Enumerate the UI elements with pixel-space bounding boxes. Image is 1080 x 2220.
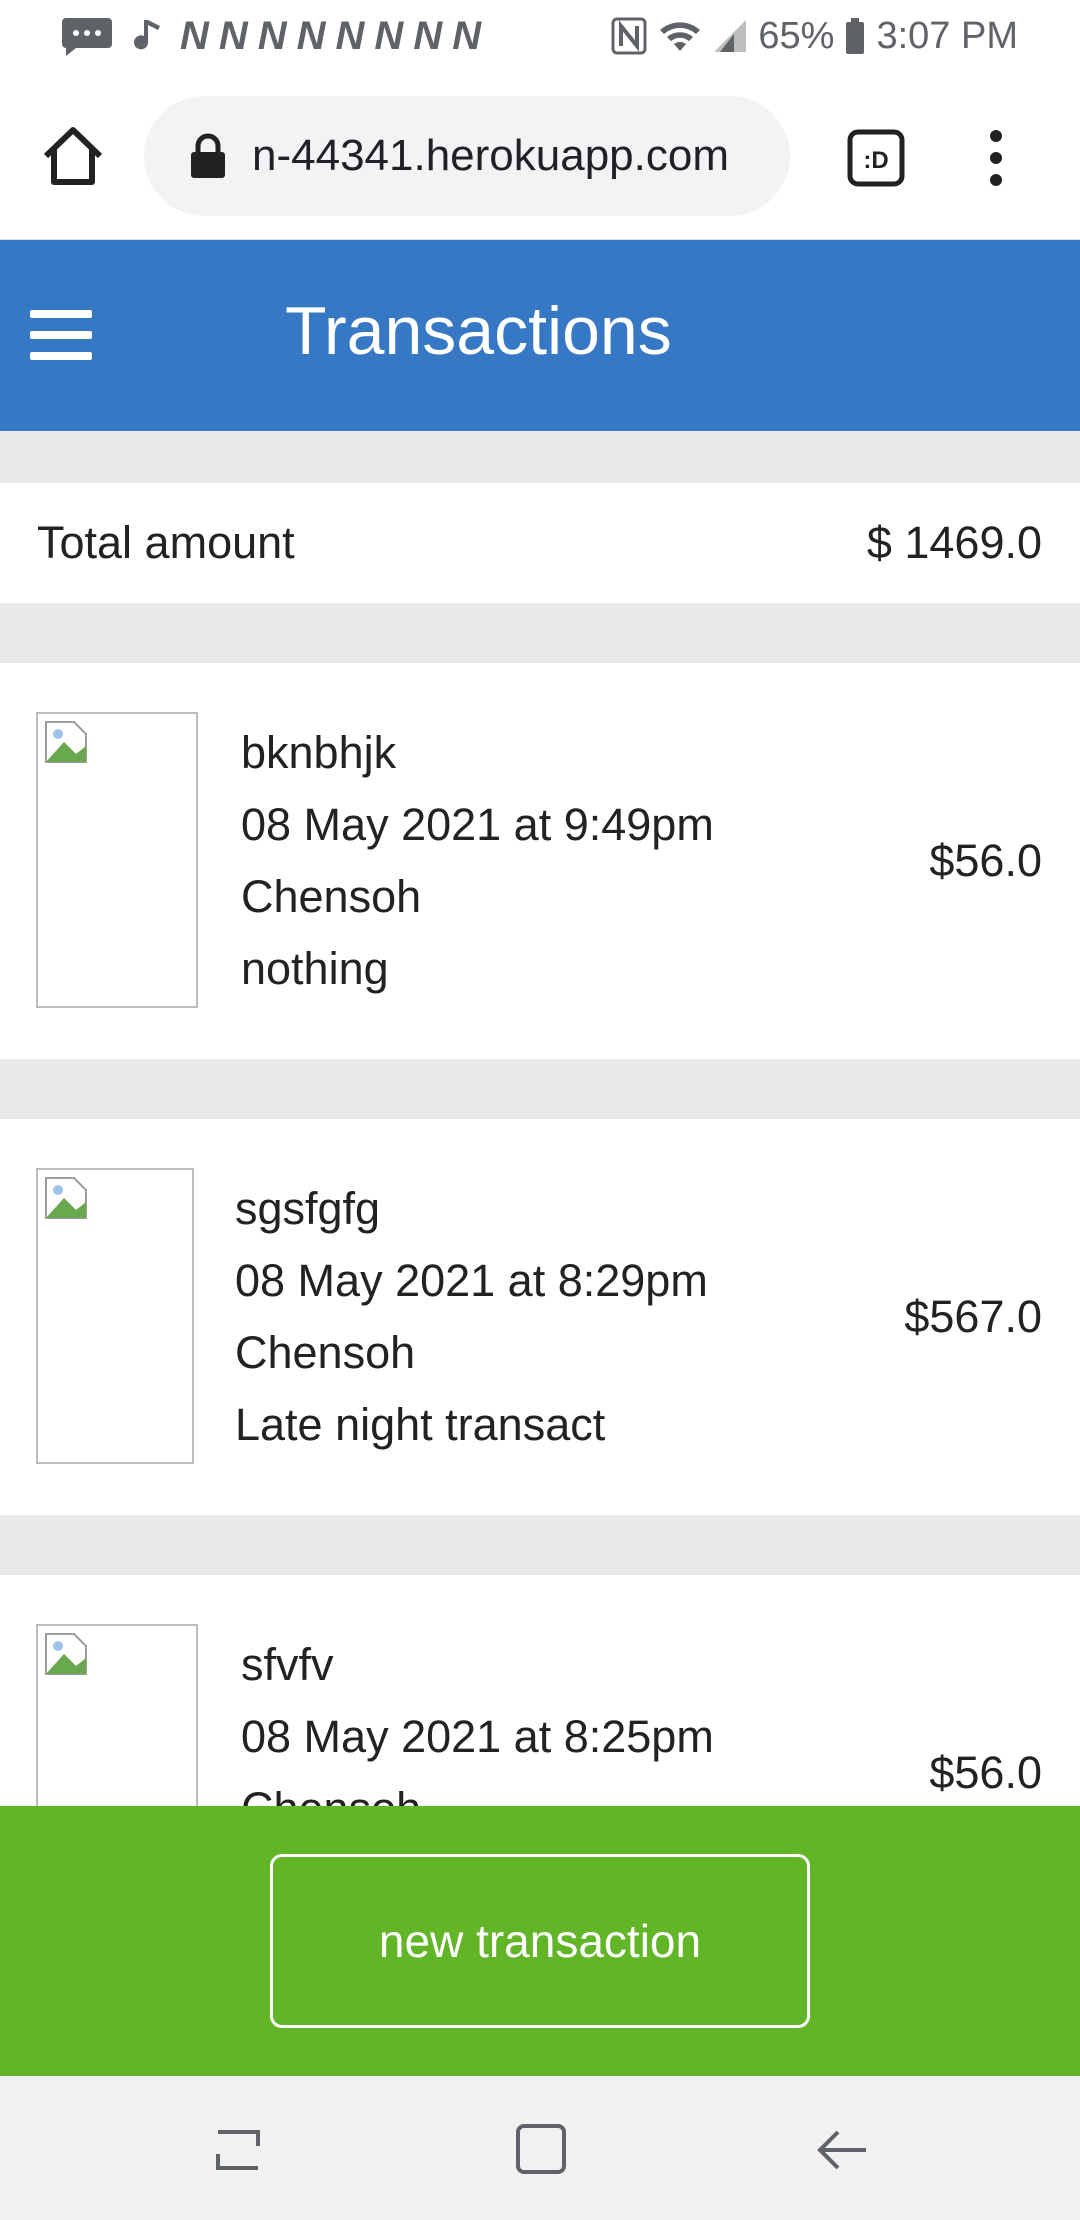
transaction-user: Chensoh xyxy=(235,1327,416,1378)
more-vert-icon xyxy=(990,130,1002,186)
message-icon xyxy=(58,16,114,56)
music-note-icon xyxy=(130,16,164,56)
transaction-image xyxy=(36,712,198,1008)
transaction-list: bknbhjk 08 May 2021 at 9:49pm Chensoh no… xyxy=(0,663,1080,1806)
transaction-amount: $567.0 xyxy=(904,1291,1042,1342)
status-right: 65% 3:07 PM xyxy=(610,15,1018,58)
battery-percent: 65% xyxy=(758,14,835,57)
home-square-icon xyxy=(516,2124,566,2174)
transaction-image xyxy=(36,1624,198,1806)
transaction-details: sfvfv 08 May 2021 at 8:25pm Chensoh xyxy=(241,1629,714,1806)
recent-apps-icon xyxy=(216,2130,260,2170)
transaction-amount: $56.0 xyxy=(929,1747,1042,1798)
transaction-title: bknbhjk xyxy=(241,727,397,778)
broken-image-icon xyxy=(45,1633,87,1675)
hamburger-menu-icon[interactable] xyxy=(30,310,92,360)
back-arrow-icon xyxy=(817,2130,866,2170)
transaction-user: Chensoh xyxy=(241,1773,714,1806)
lock-icon xyxy=(191,133,225,178)
transaction-title: sgsfgfg xyxy=(235,1183,381,1234)
home-nav-button[interactable] xyxy=(510,2122,570,2178)
transaction-note: Late night transact xyxy=(235,1399,606,1450)
url-text: n-44341.herokuapp.com xyxy=(252,131,729,180)
wifi-icon xyxy=(658,16,702,56)
tab-switcher-icon: :D xyxy=(847,129,905,187)
system-navigation-bar xyxy=(0,2076,1080,2220)
broken-image-icon xyxy=(45,1177,87,1219)
new-transaction-button[interactable]: new transaction xyxy=(270,1854,810,2028)
transaction-details: sgsfgfg 08 May 2021 at 8:29pm Chensoh La… xyxy=(235,1173,708,1461)
transaction-user: Chensoh xyxy=(241,871,422,922)
transaction-card[interactable]: sfvfv 08 May 2021 at 8:25pm Chensoh $56.… xyxy=(0,1575,1080,1806)
transaction-amount: $56.0 xyxy=(929,835,1042,886)
tab-switcher-button[interactable]: :D xyxy=(846,128,906,188)
transaction-date: 08 May 2021 at 8:29pm xyxy=(235,1255,708,1306)
transaction-details: bknbhjk 08 May 2021 at 9:49pm Chensoh no… xyxy=(241,717,714,1005)
transaction-image xyxy=(36,1168,194,1464)
broken-image-icon xyxy=(45,721,87,763)
nfc-icon xyxy=(610,16,648,56)
overflow-menu-button[interactable] xyxy=(972,126,1020,190)
home-button[interactable] xyxy=(38,122,108,192)
transaction-card[interactable]: bknbhjk 08 May 2021 at 9:49pm Chensoh no… xyxy=(0,663,1080,1059)
home-icon xyxy=(43,127,103,185)
total-amount-label: Total amount xyxy=(37,517,295,568)
transaction-note: nothing xyxy=(241,943,389,994)
status-left: NNNNNNNN xyxy=(58,14,491,59)
total-amount-row: Total amount $ 1469.0 xyxy=(0,483,1080,603)
clock: 3:07 PM xyxy=(876,14,1018,57)
back-button[interactable] xyxy=(812,2122,872,2178)
battery-icon xyxy=(844,16,866,56)
transaction-date: 08 May 2021 at 8:25pm xyxy=(241,1711,714,1762)
transaction-date: 08 May 2021 at 9:49pm xyxy=(241,799,714,850)
recent-apps-button[interactable] xyxy=(208,2122,268,2178)
address-bar[interactable]: n-44341.herokuapp.com xyxy=(144,96,790,216)
transaction-card[interactable]: sgsfgfg 08 May 2021 at 8:29pm Chensoh La… xyxy=(0,1119,1080,1515)
signal-icon xyxy=(712,16,748,56)
total-amount-value: $ 1469.0 xyxy=(866,517,1042,568)
browser-toolbar: n-44341.herokuapp.com :D xyxy=(0,72,1080,240)
transaction-title: sfvfv xyxy=(241,1639,334,1690)
status-bar: NNNNNNNN 65% 3:07 PM xyxy=(0,0,1080,72)
app-header: Transactions xyxy=(0,240,1080,431)
svg-text::D: :D xyxy=(863,147,888,174)
page-title: Transactions xyxy=(285,293,672,369)
notification-n-icons: NNNNNNNN xyxy=(180,13,492,58)
action-bar: new transaction xyxy=(0,1806,1080,2076)
